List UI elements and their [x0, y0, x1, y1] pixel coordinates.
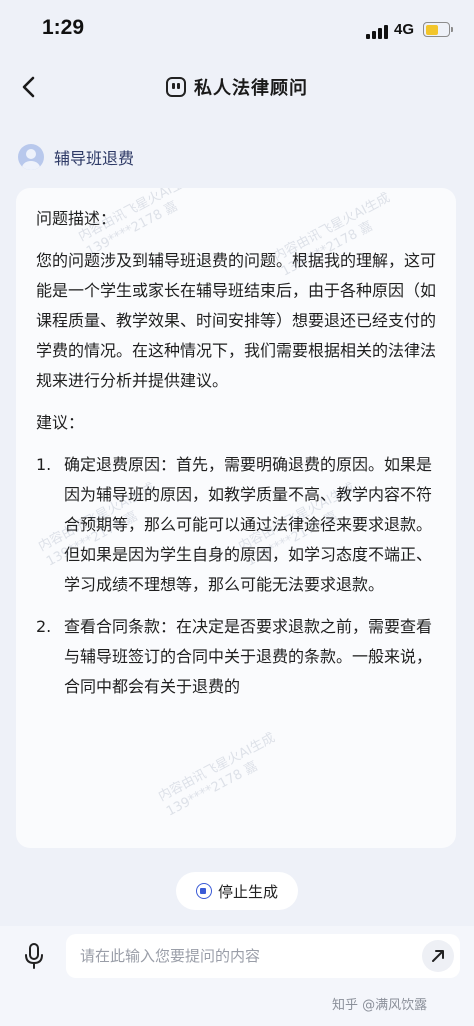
stop-generating-button[interactable]: 停止生成: [176, 872, 298, 910]
source-watermark: 知乎 @满风饮露: [332, 998, 428, 1013]
problem-label: 问题描述：: [36, 209, 117, 228]
title-group: 私人法律顾问: [0, 74, 474, 100]
advice-list: 1. 确定退费原因：首先，需要明确退费的原因。如果是因为辅导班的原因，如教学质量…: [36, 450, 440, 702]
page-title: 私人法律顾问: [194, 78, 308, 99]
stop-icon: [195, 883, 212, 899]
input-bar: 知乎 @满风饮露: [0, 926, 474, 1026]
nav-header: 私人法律顾问: [0, 64, 474, 110]
user-message: 辅导班退费: [54, 149, 135, 168]
status-bar: 1:29 4G: [0, 0, 474, 56]
question-input[interactable]: [80, 947, 400, 965]
voice-input-button[interactable]: [20, 941, 48, 971]
status-time: 1:29: [42, 16, 85, 39]
list-item: 1. 确定退费原因：首先，需要明确退费的原因。如果是因为辅导班的原因，如教学质量…: [36, 450, 440, 600]
send-arrow-icon: [432, 950, 444, 962]
list-item-text: 确定退费原因：首先，需要明确退费的原因。如果是因为辅导班的原因，如教学质量不高、…: [64, 455, 433, 594]
send-button[interactable]: [422, 940, 454, 972]
advice-label: 建议：: [36, 413, 85, 432]
battery-icon: [423, 22, 453, 37]
list-item: 2. 查看合同条款：在决定是否要求退款之前，需要查看与辅导班签订的合同中关于退费…: [36, 612, 440, 702]
microphone-icon: [25, 943, 43, 969]
signal-icon: [366, 23, 388, 39]
list-item-text: 查看合同条款：在决定是否要求退款之前，需要查看与辅导班签订的合同中关于退费的条款…: [64, 617, 433, 696]
assistant-bot-icon: [166, 77, 186, 97]
question-input-box[interactable]: [66, 934, 460, 978]
ai-watermark: 内容由讯飞星火AI生成 139****2178 嘉: [156, 730, 278, 820]
problem-paragraph: 您的问题涉及到辅导班退费的问题。根据我的理解，这可能是一个学生或家长在辅导班结束…: [36, 251, 437, 390]
list-item-number: 2.: [36, 617, 52, 636]
list-item-number: 1.: [36, 455, 52, 474]
user-message-row: 辅导班退费: [18, 144, 134, 170]
avatar: [18, 144, 44, 170]
answer-card: 问题描述： 您的问题涉及到辅导班退费的问题。根据我的理解，这可能是一个学生或家长…: [16, 188, 456, 848]
network-type: 4G: [394, 21, 415, 38]
stop-button-label: 停止生成: [217, 882, 278, 901]
